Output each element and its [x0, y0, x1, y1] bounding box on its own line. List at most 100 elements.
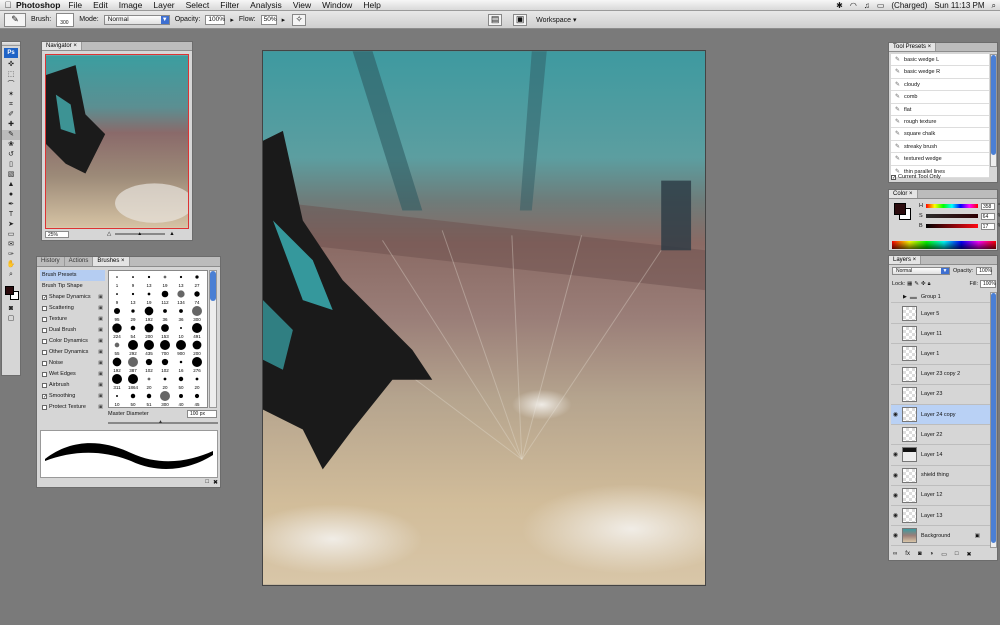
tool-preset-item[interactable]: ✎ comb	[891, 91, 989, 104]
brush-preset-swatch[interactable]: 192	[112, 357, 122, 373]
tab-actions[interactable]: Actions	[65, 257, 94, 266]
menu-file[interactable]: File	[68, 0, 82, 10]
brush-preset-swatch[interactable]: 36	[162, 309, 168, 322]
brush-option-checkbox[interactable]	[42, 339, 47, 344]
brush-preset-swatch[interactable]: 20	[194, 377, 200, 390]
blur-tool-icon[interactable]: ▲	[2, 180, 20, 190]
move-tool-icon[interactable]: ✜	[2, 60, 20, 70]
eye-icon[interactable]: ◉	[891, 472, 900, 479]
brush-preset-swatch[interactable]: 10	[178, 327, 184, 339]
brush-option-checkbox[interactable]	[42, 383, 47, 388]
color-spectrum-ramp[interactable]	[892, 241, 996, 249]
flow-field[interactable]: 50%	[260, 14, 277, 25]
wifi-icon[interactable]: ◠	[850, 1, 857, 10]
brush-preset-swatch[interactable]: 16	[178, 360, 184, 373]
brush-grid-scrollbar[interactable]	[209, 270, 217, 408]
brush-option-item[interactable]: ✓ Smoothing ▣	[40, 391, 105, 402]
layer-style-icon[interactable]: fx	[905, 551, 910, 558]
brush-preset-swatch[interactable]: 27	[194, 275, 200, 288]
layer-opacity-field[interactable]: 100%	[976, 267, 993, 275]
layer-row[interactable]: Layer 22	[891, 425, 990, 446]
brush-preset-swatch[interactable]: 300	[192, 306, 202, 322]
brightness-value[interactable]: 17	[980, 222, 995, 230]
battery-icon[interactable]: ▭	[877, 1, 885, 10]
eraser-tool-icon[interactable]: ▯	[2, 160, 20, 170]
hand-tool-icon[interactable]: ✋	[2, 260, 20, 270]
slice-tool-icon[interactable]: ✐	[2, 110, 20, 120]
menu-filter[interactable]: Filter	[220, 0, 239, 10]
brush-preset-swatch[interactable]: 13	[146, 275, 152, 288]
brush-option-item[interactable]: Color Dynamics ▣	[40, 336, 105, 347]
layer-row[interactable]: ◉ Layer 13	[891, 506, 990, 527]
brush-preset-swatch[interactable]: 29	[130, 309, 136, 322]
brush-option-item[interactable]: Airbrush ▣	[40, 380, 105, 391]
new-group-icon[interactable]: ▭	[941, 551, 947, 558]
brush-option-item[interactable]: Brush Tip Shape	[40, 281, 105, 292]
brush-preset-swatch[interactable]: 900	[176, 340, 186, 356]
new-brush-icon[interactable]: □	[205, 479, 209, 486]
lock-icon[interactable]: ▣	[98, 347, 103, 358]
brush-option-item[interactable]: Noise ▣	[40, 358, 105, 369]
lock-icon[interactable]: ▣	[98, 358, 103, 369]
type-tool-icon[interactable]: T	[2, 210, 20, 220]
bluetooth-icon[interactable]: ✱	[836, 1, 843, 10]
brush-preset-swatch[interactable]: 1864	[128, 374, 139, 390]
zoom-tool-icon[interactable]: ⌕	[2, 270, 20, 280]
quick-select-tool-icon[interactable]: ✶	[2, 90, 20, 100]
lasso-tool-icon[interactable]: ⌒	[2, 80, 20, 90]
brush-preset-swatch[interactable]: 200	[192, 340, 202, 356]
layer-mask-icon[interactable]: ◙	[918, 551, 922, 558]
layer-row[interactable]: ◉ Background ▣	[891, 526, 990, 547]
lock-pixels-icon[interactable]: ✎	[914, 281, 919, 287]
clock[interactable]: Sun 11:13 PM	[934, 1, 984, 10]
brush-preset-grid[interactable]: 1 9 13 19 13 27 9 13 19 112 134 74 95 29 192 36 36 300 224…	[108, 270, 208, 408]
zoom-out-icon[interactable]: △	[107, 231, 111, 237]
scrollbar-thumb[interactable]	[210, 271, 216, 301]
brush-option-item[interactable]: Scattering ▣	[40, 303, 105, 314]
brush-preset-swatch[interactable]: 292	[128, 340, 138, 356]
adjustment-layer-icon[interactable]: ◑	[930, 551, 934, 558]
brush-preset-swatch[interactable]: 55	[114, 342, 120, 356]
brush-preset-swatch[interactable]: 51	[146, 393, 152, 407]
crop-tool-icon[interactable]: ⌗	[2, 100, 20, 110]
brush-option-checkbox[interactable]: ✓	[42, 295, 47, 301]
brush-preset-swatch[interactable]: 491	[192, 323, 202, 339]
tool-preset-item[interactable]: ✎ basic wedge R	[891, 66, 989, 79]
menu-help[interactable]: Help	[363, 0, 380, 10]
layer-row[interactable]: Layer 5	[891, 304, 990, 325]
document-canvas[interactable]	[262, 50, 706, 586]
brush-preset-swatch[interactable]: 387	[128, 357, 138, 373]
airbrush-button[interactable]: ✧	[292, 13, 307, 26]
tab-brushes[interactable]: Brushes ×	[93, 257, 130, 266]
layer-group-row[interactable]: ▶ ▬ Group 1	[891, 292, 990, 303]
opacity-slider-arrow[interactable]: ▸	[230, 16, 234, 24]
brush-option-checkbox[interactable]	[42, 317, 47, 322]
lock-icon[interactable]: ▣	[98, 325, 103, 336]
fill-field[interactable]: 100%	[980, 280, 996, 288]
brush-preset-swatch[interactable]: 102	[145, 358, 153, 373]
brush-preset-swatch[interactable]: 95	[113, 307, 121, 322]
master-diameter-slider[interactable]: ▲	[108, 419, 218, 425]
brush-preset-swatch[interactable]: 19	[146, 292, 152, 305]
brush-preset-swatch[interactable]: 300	[160, 391, 170, 407]
brush-option-checkbox[interactable]	[42, 372, 47, 377]
layer-row[interactable]: Layer 11	[891, 324, 990, 345]
pen-tool-icon[interactable]: ✒	[2, 200, 20, 210]
layer-row[interactable]: Layer 23 copy 2	[891, 365, 990, 385]
tool-preset-item[interactable]: ✎ streaky brush	[891, 141, 989, 154]
dodge-tool-icon[interactable]: ●	[2, 190, 20, 200]
brush-preset-swatch[interactable]: 200	[144, 323, 154, 339]
mode-select[interactable]: Normal ▼	[103, 14, 170, 25]
screen-mode-icon[interactable]: ▢	[2, 314, 20, 324]
brush-preset-swatch[interactable]: 10	[114, 395, 120, 407]
brush-preset-swatch[interactable]: 54	[130, 325, 136, 339]
brush-option-checkbox[interactable]: ✓	[42, 394, 47, 400]
tab-color[interactable]: Color ×	[889, 190, 918, 198]
lock-icon[interactable]: ▣	[98, 314, 103, 325]
lock-all-icon[interactable]: 🔒︎	[928, 281, 931, 288]
scrollbar-thumb[interactable]	[991, 55, 996, 155]
brush-preset-swatch[interactable]: 13	[178, 275, 184, 288]
eye-icon[interactable]: ◉	[891, 451, 900, 458]
zoom-in-icon[interactable]: ▲	[169, 231, 174, 237]
lock-transparency-icon[interactable]: ▦	[907, 281, 912, 287]
